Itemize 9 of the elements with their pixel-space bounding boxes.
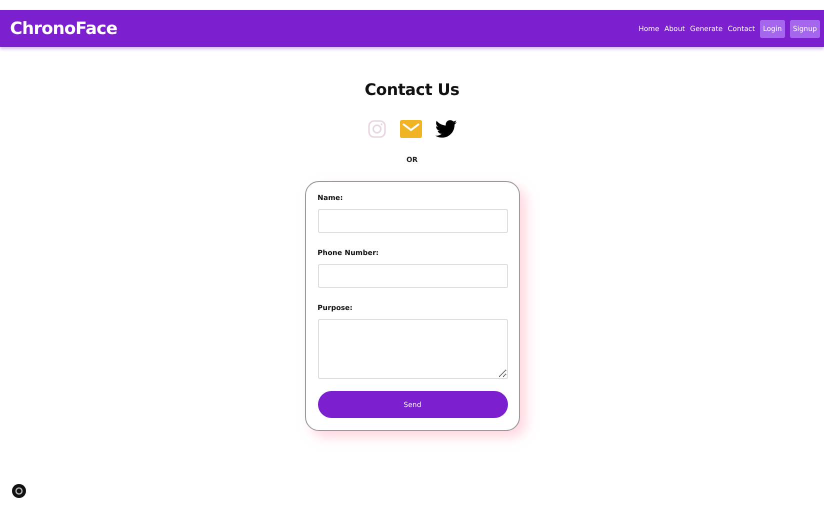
mail-icon[interactable] <box>400 120 422 138</box>
indicator-icon[interactable] <box>12 484 26 498</box>
camera-icon[interactable] <box>367 119 387 139</box>
page-heading: Contact Us <box>364 80 460 99</box>
text-field[interactable] <box>318 264 508 288</box>
bird-icon[interactable] <box>435 120 457 138</box>
text-field[interactable] <box>318 209 508 233</box>
brand-logo[interactable]: ChronoFace <box>10 18 118 38</box>
purpose-field[interactable] <box>318 319 508 379</box>
